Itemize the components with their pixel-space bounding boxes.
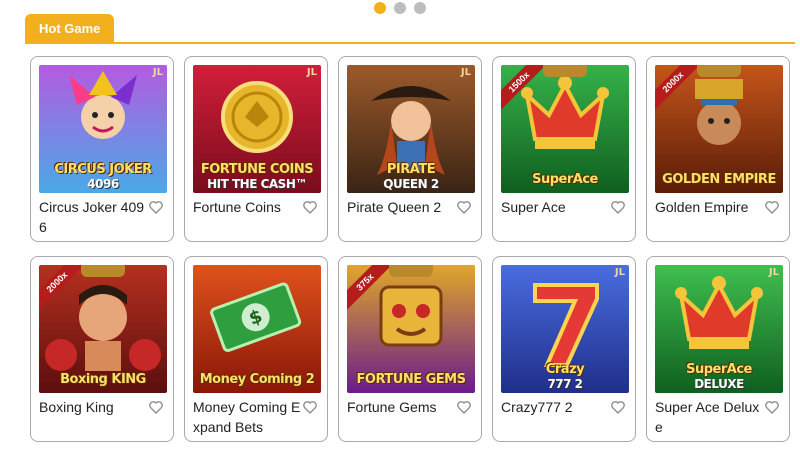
game-thumbnail[interactable]: 1500x SuperAce xyxy=(501,65,629,193)
provider-badge: JL xyxy=(768,267,779,278)
game-card-super-ace-deluxe[interactable]: JL SuperAce DELUXE Super Ace Deluxe xyxy=(646,256,790,442)
game-logo-text: FORTUNE COINS xyxy=(200,162,314,177)
game-card-pirate-queen-2[interactable]: JL PIRATE QUEEN 2 Pirate Queen 2 xyxy=(338,56,482,242)
game-logo-subtext: 777 2 xyxy=(547,377,583,391)
carousel-dot-1[interactable] xyxy=(374,2,386,14)
game-thumbnail[interactable]: $ Money Coming 2 xyxy=(193,265,321,393)
game-card-boxing-king[interactable]: 2000x Boxing KING Boxing King xyxy=(30,256,174,442)
favorite-heart-icon[interactable] xyxy=(610,199,626,215)
favorite-heart-icon[interactable] xyxy=(764,399,780,415)
game-thumbnail[interactable]: JL PIRATE QUEEN 2 xyxy=(347,65,475,193)
carousel-dot-2[interactable] xyxy=(394,2,406,14)
game-card-super-ace[interactable]: 1500x SuperAce Super Ace xyxy=(492,56,636,242)
game-title[interactable]: Money Coming Expand Bets xyxy=(193,397,303,437)
game-title[interactable]: Pirate Queen 2 xyxy=(347,197,457,217)
game-logo-text: Boxing KING xyxy=(60,372,146,387)
provider-logo xyxy=(389,265,433,277)
game-card-fortune-gems[interactable]: 375x FORTUNE GEMS Fortune Gems xyxy=(338,256,482,442)
section-header: Hot Game xyxy=(25,14,795,44)
provider-badge: JL xyxy=(614,267,625,278)
provider-badge: JL xyxy=(460,67,471,78)
game-logo-text: SuperAce xyxy=(686,362,752,377)
section-tab-hot-game[interactable]: Hot Game xyxy=(25,14,115,43)
game-logo-subtext: 4096 xyxy=(87,177,119,191)
game-logo-text: CIRCUS JOKER xyxy=(54,162,152,177)
favorite-heart-icon[interactable] xyxy=(456,199,472,215)
provider-logo xyxy=(697,65,741,77)
favorite-heart-icon[interactable] xyxy=(148,199,164,215)
game-card-money-coming-expand-bets[interactable]: $ Money Coming 2 Money Coming Expand Bets xyxy=(184,256,328,442)
game-card-crazy777-2[interactable]: JL Crazy 777 2 Crazy777 2 xyxy=(492,256,636,442)
game-title[interactable]: Super Ace xyxy=(501,197,611,217)
game-card-circus-joker-4096[interactable]: JL CIRCUS JOKER 4096 Circus Joker 4096 xyxy=(30,56,174,242)
game-title[interactable]: Golden Empire xyxy=(655,197,765,217)
game-logo-text: FORTUNE GEMS xyxy=(356,372,466,387)
game-thumbnail[interactable]: JL Crazy 777 2 xyxy=(501,265,629,393)
carousel-indicator xyxy=(0,2,800,14)
provider-badge: JL xyxy=(306,67,317,78)
favorite-heart-icon[interactable] xyxy=(302,399,318,415)
game-title[interactable]: Fortune Coins xyxy=(193,197,303,217)
game-title[interactable]: Fortune Gems xyxy=(347,397,457,417)
game-card-golden-empire[interactable]: 2000x GOLDEN EMPIRE Golden Empire xyxy=(646,56,790,242)
favorite-heart-icon[interactable] xyxy=(764,199,780,215)
provider-logo xyxy=(543,65,587,77)
game-logo-text: SuperAce xyxy=(532,172,598,187)
game-logo-subtext: DELUXE xyxy=(694,377,744,391)
game-thumbnail[interactable]: 2000x Boxing KING xyxy=(39,265,167,393)
game-thumbnail[interactable]: 2000x GOLDEN EMPIRE xyxy=(655,65,783,193)
game-logo-subtext: HIT THE CASH™ xyxy=(207,177,307,191)
game-logo-text: PIRATE xyxy=(386,162,436,177)
favorite-heart-icon[interactable] xyxy=(456,399,472,415)
provider-logo xyxy=(81,265,125,277)
game-thumbnail[interactable]: JL CIRCUS JOKER 4096 xyxy=(39,65,167,193)
game-title[interactable]: Boxing King xyxy=(39,397,149,417)
provider-badge: JL xyxy=(152,67,163,78)
game-thumbnail[interactable]: 375x FORTUNE GEMS xyxy=(347,265,475,393)
game-logo-text: Money Coming 2 xyxy=(199,372,315,387)
game-thumbnail[interactable]: JL SuperAce DELUXE xyxy=(655,265,783,393)
game-logo-text: Crazy xyxy=(545,362,585,377)
favorite-heart-icon[interactable] xyxy=(302,199,318,215)
game-card-fortune-coins[interactable]: JL FORTUNE COINS HIT THE CASH™ Fortune Coin… xyxy=(184,56,328,242)
game-title[interactable]: Super Ace Deluxe xyxy=(655,397,765,437)
game-title[interactable]: Crazy777 2 xyxy=(501,397,611,417)
favorite-heart-icon[interactable] xyxy=(610,399,626,415)
game-logo-subtext: QUEEN 2 xyxy=(383,177,439,191)
game-grid: JL CIRCUS JOKER 4096 Circus Joker 4096 JL FO… xyxy=(30,56,800,442)
favorite-heart-icon[interactable] xyxy=(148,399,164,415)
game-title[interactable]: Circus Joker 4096 xyxy=(39,197,149,237)
game-thumbnail[interactable]: JL FORTUNE COINS HIT THE CASH™ xyxy=(193,65,321,193)
carousel-dot-3[interactable] xyxy=(414,2,426,14)
game-logo-text: GOLDEN EMPIRE xyxy=(662,172,776,187)
